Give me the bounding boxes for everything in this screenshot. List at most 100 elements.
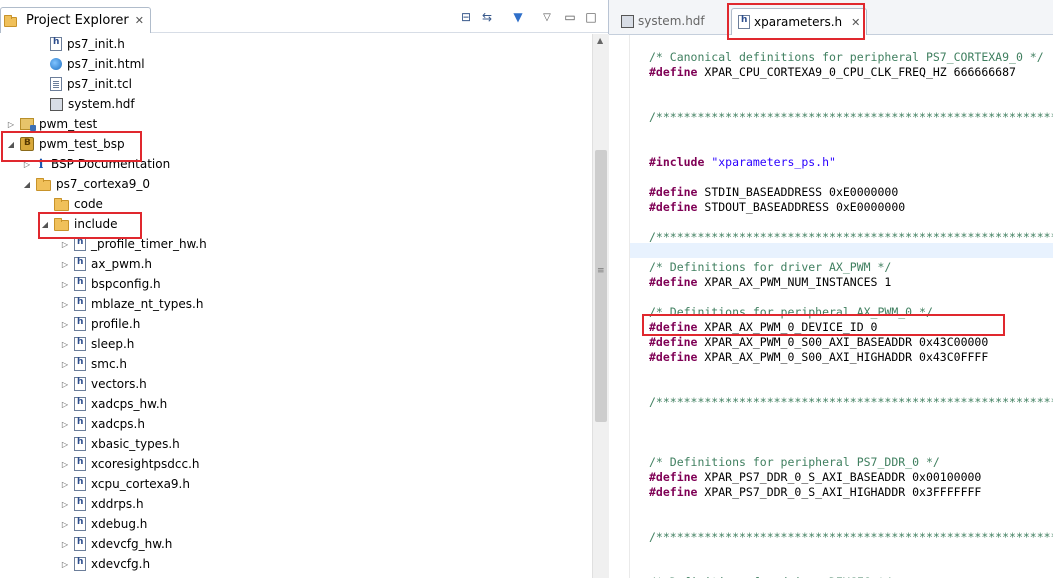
close-icon[interactable]: ✕ <box>851 16 860 29</box>
view-menu-icon[interactable]: ▽ <box>539 9 555 25</box>
tree-item[interactable]: ps7_init.html <box>36 54 145 74</box>
header-file-icon <box>50 37 62 51</box>
expand-icon[interactable]: ▷ <box>60 380 70 389</box>
collapse-icon[interactable]: ◢ <box>6 140 16 149</box>
expand-icon[interactable]: ▷ <box>60 560 70 569</box>
expand-icon[interactable]: ▷ <box>60 420 70 429</box>
header-file-icon <box>74 497 86 511</box>
tree-item-label: ps7_cortexa9_0 <box>56 177 150 191</box>
tree-item[interactable]: system.hdf <box>36 94 135 114</box>
tab-system-hdf[interactable]: system.hdf <box>615 8 711 34</box>
tree-item[interactable]: ▷ xadcps_hw.h <box>60 394 167 414</box>
expand-icon[interactable]: ▷ <box>60 340 70 349</box>
header-file-icon <box>74 337 86 351</box>
collapse-all-icon[interactable]: ⊟ <box>458 9 474 25</box>
code-line: /* Definitions for peripheral PS7_DDR_0 … <box>649 455 940 470</box>
filter-icon[interactable]: ▼ <box>510 9 526 25</box>
explorer-header: Project Explorer ✕ ⊟ ⇆ ▼ ▽ ▭ □ <box>0 0 608 33</box>
code-editor[interactable]: /* Canonical definitions for peripheral … <box>630 35 1053 578</box>
collapse-icon[interactable]: ◢ <box>40 220 50 229</box>
tree-item[interactable]: ▷ profile.h <box>60 314 140 334</box>
tree-item[interactable]: ◢ pwm_test_bsp <box>6 134 125 154</box>
tree-item-label: pwm_test <box>39 117 98 131</box>
close-icon[interactable]: ✕ <box>135 14 144 27</box>
tree-item-label: bspconfig.h <box>91 277 161 291</box>
tree-item[interactable]: ◢ ps7_cortexa9_0 <box>22 174 150 194</box>
tree-item[interactable]: ▷ i BSP Documentation <box>22 154 170 174</box>
tree-item[interactable]: ▷ sleep.h <box>60 334 134 354</box>
tree-item[interactable]: ▷ xddrps.h <box>60 494 144 514</box>
tree-item[interactable]: ▷ _profile_timer_hw.h <box>60 234 207 254</box>
minimize-icon[interactable]: ▭ <box>562 9 578 25</box>
tree-item[interactable]: ▷ xcpu_cortexa9.h <box>60 474 190 494</box>
header-file-icon <box>74 257 86 271</box>
expand-icon[interactable]: ▷ <box>22 160 32 169</box>
code-comment: /***************************************… <box>649 230 1053 244</box>
tree-item[interactable]: ▷ pwm_test <box>6 114 97 134</box>
expand-icon[interactable]: ▷ <box>60 240 70 249</box>
tree-item[interactable]: ps7_init.h <box>36 34 125 54</box>
tree-item-label: xbasic_types.h <box>91 437 180 451</box>
tree-item-label: code <box>74 197 103 211</box>
code-line: /***************************************… <box>649 530 1053 545</box>
expand-icon[interactable]: ▷ <box>60 360 70 369</box>
code-keyword: #define <box>649 65 698 79</box>
header-file-icon <box>74 277 86 291</box>
header-file-icon <box>74 357 86 371</box>
code-text: XPAR_AX_PWM_0_S00_AXI_BASEADDR 0x43C0000… <box>697 335 989 349</box>
code-keyword: #define <box>649 485 698 499</box>
explorer-scrollbar[interactable]: ▲ ≡ <box>592 34 609 578</box>
expand-icon[interactable]: ▷ <box>60 400 70 409</box>
tree-item-label: smc.h <box>91 357 127 371</box>
maximize-icon[interactable]: □ <box>583 9 599 25</box>
expand-icon[interactable]: ▷ <box>60 260 70 269</box>
tab-label: system.hdf <box>638 14 705 28</box>
tree-item[interactable]: ▷ xdevcfg_hw.h <box>60 534 172 554</box>
text-file-icon <box>50 77 62 91</box>
tree-item[interactable]: ▷ mblaze_nt_types.h <box>60 294 203 314</box>
tree-item[interactable]: ▷ vectors.h <box>60 374 147 394</box>
hdf-file-icon <box>621 14 634 28</box>
collapse-icon[interactable]: ◢ <box>22 180 32 189</box>
expand-icon[interactable]: ▷ <box>60 500 70 509</box>
expand-icon[interactable]: ▷ <box>60 300 70 309</box>
tree-item[interactable]: ▷ xdevcfg.h <box>60 554 150 574</box>
expand-icon[interactable]: ▷ <box>60 520 70 529</box>
project-explorer-panel: Project Explorer ✕ ⊟ ⇆ ▼ ▽ ▭ □ ps7_init.… <box>0 0 609 578</box>
header-file-icon <box>74 397 86 411</box>
project-icon <box>20 118 36 131</box>
expand-icon[interactable]: ▷ <box>60 320 70 329</box>
tree-item[interactable]: ▷ bspconfig.h <box>60 274 161 294</box>
tree-item[interactable]: ▷ xcoresightpsdcc.h <box>60 454 200 474</box>
header-file-icon <box>74 417 86 431</box>
tree-item[interactable]: ▷ xadcps.h <box>60 414 145 434</box>
expand-icon[interactable]: ▷ <box>60 280 70 289</box>
tree-item-label: _profile_timer_hw.h <box>91 237 207 251</box>
tree-item[interactable]: ▷ xdebug.h <box>60 514 147 534</box>
code-keyword: #define <box>649 275 698 289</box>
tree-item-label: xcoresightpsdcc.h <box>91 457 200 471</box>
code-keyword: #define <box>649 200 698 214</box>
expand-icon[interactable]: ▷ <box>60 440 70 449</box>
code-line: /* Canonical definitions for peripheral … <box>649 50 1044 65</box>
code-comment: /***************************************… <box>649 530 1053 544</box>
tab-xparameters-h[interactable]: xparameters.h ✕ <box>731 8 868 35</box>
tree-item[interactable]: ◢ include <box>40 214 118 234</box>
scroll-up-icon[interactable]: ▲ <box>597 36 603 45</box>
code-string: "xparameters_ps.h" <box>711 155 836 169</box>
code-line: #define XPAR_AX_PWM_0_S00_AXI_BASEADDR 0… <box>649 335 988 350</box>
tree-item[interactable]: ▷ smc.h <box>60 354 127 374</box>
scrollbar-thumb[interactable] <box>595 150 607 422</box>
expand-icon[interactable]: ▷ <box>60 460 70 469</box>
expand-icon[interactable]: ▷ <box>6 120 16 129</box>
tree-item[interactable]: ps7_init.tcl <box>36 74 132 94</box>
tree-item[interactable]: ▷ xbasic_types.h <box>60 434 180 454</box>
expand-icon[interactable]: ▷ <box>60 540 70 549</box>
tree-item[interactable]: code <box>40 194 103 214</box>
expand-icon[interactable]: ▷ <box>60 480 70 489</box>
tab-project-explorer[interactable]: Project Explorer ✕ <box>0 7 151 33</box>
tree-item[interactable]: ▷ ax_pwm.h <box>60 254 152 274</box>
header-file-icon <box>74 477 86 491</box>
link-with-editor-icon[interactable]: ⇆ <box>479 9 495 25</box>
code-line: /***************************************… <box>649 230 1053 245</box>
